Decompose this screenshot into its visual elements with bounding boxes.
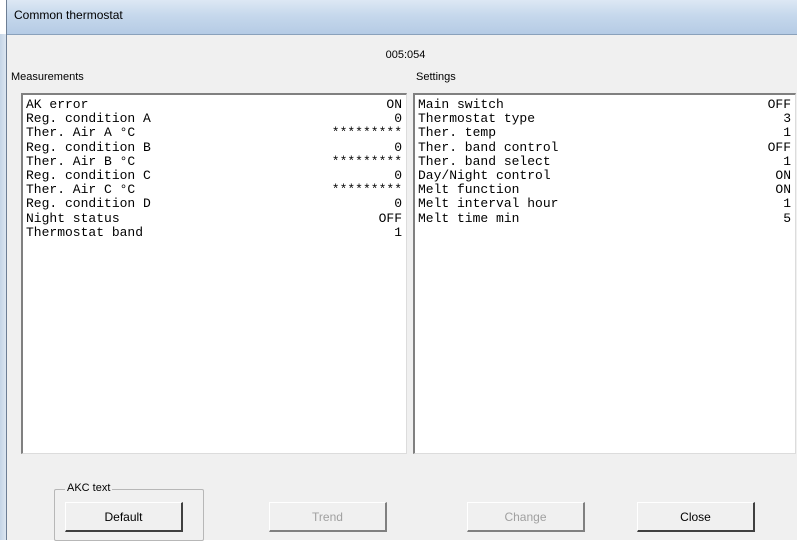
item-name: Night status [26, 210, 120, 226]
item-name: Melt time min [418, 210, 520, 226]
change-button[interactable]: Change [467, 502, 585, 532]
list-item[interactable]: Reg. condition D 0 [26, 197, 402, 211]
item-value: ON [775, 182, 791, 198]
item-name: Reg. condition A [26, 111, 151, 127]
item-name: Ther. band control [418, 139, 559, 155]
item-name: Main switch [418, 97, 504, 112]
measurements-list[interactable]: AK error ON Reg. condition A 0 Ther. Air A °… [21, 93, 407, 454]
device-address: 005:054 [385, 49, 426, 61]
item-value: OFF [378, 210, 402, 226]
item-name: Ther. Air A °C [26, 125, 136, 141]
item-value: 5 [783, 210, 791, 226]
close-button[interactable]: Close [637, 502, 755, 532]
item-value: ********* [331, 153, 402, 169]
list-item[interactable]: Day/Night control ON [418, 168, 791, 184]
trend-button[interactable]: Trend [269, 502, 387, 532]
default-button[interactable]: Default [65, 502, 183, 532]
thermostat-window: Common thermostat 005:054 Measurements S… [6, 0, 797, 541]
list-item[interactable]: Reg. condition B 0 [26, 139, 402, 155]
list-item[interactable]: Reg. condition C 0 [26, 168, 402, 184]
list-item[interactable]: Ther. band control OFF [418, 139, 791, 155]
item-value: 3 [783, 111, 791, 127]
list-item[interactable]: Main switch OFF [418, 97, 791, 112]
item-name: Reg. condition C [26, 168, 151, 184]
item-value: 1 [783, 125, 791, 141]
title-bar[interactable]: Common thermostat [7, 0, 797, 35]
list-item[interactable]: Ther. Air A °C ********* [26, 126, 402, 140]
list-item[interactable]: Melt interval hour 1 [418, 197, 791, 211]
item-value: OFF [767, 97, 791, 112]
item-name: Melt interval hour [418, 196, 559, 212]
item-value: 1 [394, 224, 402, 240]
list-item[interactable]: Thermostat type 3 [418, 112, 791, 126]
item-value: ********* [331, 182, 402, 198]
list-item[interactable]: Thermostat band 1 [26, 224, 402, 240]
item-name: Ther. Air B °C [26, 153, 136, 169]
item-value: 0 [394, 111, 402, 127]
item-name: Melt function [418, 182, 520, 198]
list-item[interactable]: Ther. Air B °C ********* [26, 153, 402, 169]
list-item[interactable]: Ther. Air C °C ********* [26, 183, 402, 197]
item-name: Thermostat type [418, 111, 536, 127]
item-value: 1 [783, 196, 791, 212]
item-name: AK error [26, 97, 89, 112]
window-title: Common thermostat [14, 8, 123, 22]
list-item[interactable]: AK error ON [26, 97, 402, 112]
settings-label: Settings [416, 71, 456, 83]
list-item[interactable]: Ther. band select 1 [418, 153, 791, 169]
item-value: ********* [331, 125, 402, 141]
item-name: Thermostat band [26, 224, 144, 240]
item-value: 1 [783, 153, 791, 169]
item-name: Reg. condition D [26, 196, 151, 212]
list-item[interactable]: Ther. temp 1 [418, 126, 791, 140]
akc-text-legend: AKC text [65, 482, 113, 494]
item-value: ON [775, 168, 791, 184]
item-value: 0 [394, 168, 402, 184]
list-item[interactable]: Melt time min 5 [418, 210, 791, 226]
item-value: 0 [394, 139, 402, 155]
list-item[interactable]: Night status OFF [26, 210, 402, 226]
item-value: OFF [767, 139, 791, 155]
item-name: Reg. condition B [26, 139, 151, 155]
measurements-label: Measurements [11, 71, 84, 83]
item-value: 0 [394, 196, 402, 212]
item-value: ON [386, 97, 402, 112]
item-name: Day/Night control [418, 168, 551, 184]
list-item[interactable]: Melt function ON [418, 183, 791, 197]
item-name: Ther. band select [418, 153, 551, 169]
settings-list[interactable]: Main switch OFF Thermostat type 3 Ther. temp… [413, 93, 796, 454]
list-item[interactable]: Reg. condition A 0 [26, 112, 402, 126]
item-name: Ther. Air C °C [26, 182, 136, 198]
item-name: Ther. temp [418, 125, 497, 141]
